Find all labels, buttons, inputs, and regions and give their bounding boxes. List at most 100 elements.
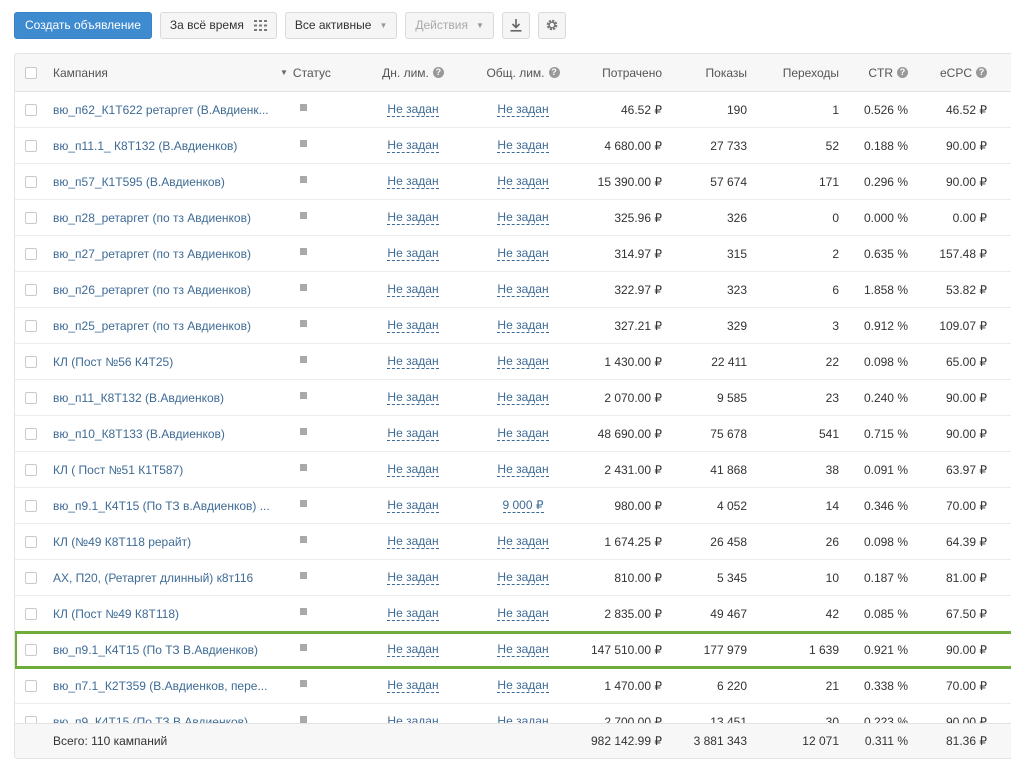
campaign-name-link[interactable]: вю_п9.1_К4Т15 (По ТЗ В.Авдиенков) (53, 632, 281, 667)
campaign-name-link[interactable]: КЛ (№49 К8Т118 рерайт) (53, 524, 281, 559)
day-limit-link[interactable]: Не задан (367, 416, 459, 451)
day-limit-link[interactable]: Не задан (367, 596, 459, 631)
header-clicks[interactable]: Переходы (755, 54, 839, 91)
day-limit-link[interactable]: Не задан (367, 272, 459, 307)
row-checkbox[interactable] (25, 92, 37, 127)
header-shows[interactable]: Показы (675, 54, 747, 91)
row-checkbox[interactable] (25, 632, 37, 667)
table-row[interactable]: вю_п28_ретаргет (по тз Авдиенков) Не зада… (15, 200, 1011, 236)
total-limit-link[interactable]: Не задан (477, 560, 569, 595)
day-limit-link[interactable]: Не задан (367, 92, 459, 127)
table-row[interactable]: вю_п27_ретаргет (по тз Авдиенков) Не зада… (15, 236, 1011, 272)
header-ctr[interactable]: CTR? (850, 54, 908, 91)
row-checkbox[interactable] (25, 524, 37, 559)
header-campaign[interactable]: Кампания (53, 54, 281, 91)
day-limit-link[interactable]: Не задан (367, 128, 459, 163)
total-limit-link[interactable]: Не задан (477, 668, 569, 703)
table-row[interactable]: КЛ (Пост №56 К4Т25) Не задан Не задан 1 430… (15, 344, 1011, 380)
table-row[interactable]: КЛ ( Пост №51 К1Т587) Не задан Не задан 2 4… (15, 452, 1011, 488)
total-limit-link[interactable]: Не задан (477, 380, 569, 415)
total-limit-link[interactable]: Не задан (477, 416, 569, 451)
day-limit-link[interactable]: Не задан (367, 236, 459, 271)
day-limit-link[interactable]: Не задан (367, 200, 459, 235)
filter-select[interactable]: Все активные ▼ (284, 11, 398, 39)
day-limit-link[interactable]: Не задан (367, 452, 459, 487)
total-limit-link[interactable]: Не задан (477, 92, 569, 127)
row-checkbox[interactable] (25, 488, 37, 523)
help-icon[interactable]: ? (548, 67, 560, 78)
row-checkbox[interactable] (25, 164, 37, 199)
header-spent[interactable]: Потрачено (575, 54, 662, 91)
day-limit-link[interactable]: Не задан (367, 380, 459, 415)
total-limit-link[interactable]: Не задан (477, 596, 569, 631)
campaign-name-link[interactable]: КЛ (Пост №56 К4Т25) (53, 344, 281, 379)
campaign-name-link[interactable]: вю_п25_ретаргет (по тз Авдиенков) (53, 308, 281, 343)
header-status[interactable]: ▼ Статус (280, 54, 340, 91)
row-checkbox[interactable] (25, 344, 37, 379)
row-checkbox[interactable] (25, 596, 37, 631)
campaign-name-link[interactable]: вю_п57_К1Т595 (В.Авдиенков) (53, 164, 281, 199)
total-limit-link[interactable]: Не задан (477, 632, 569, 667)
table-row[interactable]: вю_п62_К1Т622 ретаргет (В.Авдиенк... Не з… (15, 92, 1011, 128)
campaign-name-link[interactable]: КЛ ( Пост №51 К1Т587) (53, 452, 281, 487)
campaign-name-link[interactable]: КЛ (Пост №49 К8Т118) (53, 596, 281, 631)
row-checkbox[interactable] (25, 452, 37, 487)
campaign-name-link[interactable]: вю_п9_К4Т15 (По ТЗ В.Авдиенков) (53, 704, 281, 724)
table-row[interactable]: вю_п9_К4Т15 (По ТЗ В.Авдиенков) Не задан Н… (15, 704, 1011, 723)
table-row[interactable]: КЛ (№49 К8Т118 рерайт) Не задан Не задан 1 … (15, 524, 1011, 560)
period-button[interactable]: За всё время (159, 11, 277, 39)
table-row[interactable]: АХ, П20, (Ретаргет длинный) к8т116 Не зад… (15, 560, 1011, 596)
total-limit-link[interactable]: 9 000 ₽ (477, 488, 569, 523)
header-total-limit[interactable]: Общ. лим.? (477, 54, 569, 91)
actions-select[interactable]: Действия ▼ (405, 11, 494, 39)
campaign-name-link[interactable]: вю_п7.1_К2Т359 (В.Авдиенков, пере... (53, 668, 281, 703)
campaign-name-link[interactable]: вю_п26_ретаргет (по тз Авдиенков) (53, 272, 281, 307)
table-row[interactable]: вю_п57_К1Т595 (В.Авдиенков) Не задан Не за… (15, 164, 1011, 200)
settings-button[interactable] (537, 11, 566, 39)
row-checkbox[interactable] (25, 668, 37, 703)
total-limit-link[interactable]: Не задан (477, 128, 569, 163)
day-limit-link[interactable]: Не задан (367, 704, 459, 723)
day-limit-link[interactable]: Не задан (367, 524, 459, 559)
total-limit-link[interactable]: Не задан (477, 344, 569, 379)
header-day-limit[interactable]: Дн. лим.? (367, 54, 459, 91)
day-limit-link[interactable]: Не задан (367, 632, 459, 667)
total-limit-link[interactable]: Не задан (477, 704, 569, 723)
campaign-name-link[interactable]: вю_п9.1_К4Т15 (По ТЗ в.Авдиенков) ... (53, 488, 281, 523)
campaign-name-link[interactable]: вю_п28_ретаргет (по тз Авдиенков) (53, 200, 281, 235)
total-limit-link[interactable]: Не задан (477, 452, 569, 487)
row-checkbox[interactable] (25, 380, 37, 415)
campaign-name-link[interactable]: вю_п11_К8Т132 (В.Авдиенков) (53, 380, 281, 415)
row-checkbox[interactable] (25, 128, 37, 163)
table-row[interactable]: вю_п7.1_К2Т359 (В.Авдиенков, пере... Не з… (15, 668, 1011, 704)
help-icon[interactable]: ? (432, 67, 444, 78)
header-ecpc[interactable]: eCPC? (915, 54, 987, 91)
campaign-name-link[interactable]: вю_п27_ретаргет (по тз Авдиенков) (53, 236, 281, 271)
row-checkbox[interactable] (25, 272, 37, 307)
row-checkbox[interactable] (25, 236, 37, 271)
campaign-name-link[interactable]: АХ, П20, (Ретаргет длинный) к8т116 (53, 560, 281, 595)
table-row[interactable]: вю_п26_ретаргет (по тз Авдиенков) Не зада… (15, 272, 1011, 308)
row-checkbox[interactable] (25, 200, 37, 235)
download-button[interactable] (501, 11, 530, 39)
select-all-checkbox[interactable] (25, 54, 37, 91)
day-limit-link[interactable]: Не задан (367, 164, 459, 199)
table-row[interactable]: вю_п25_ретаргет (по тз Авдиенков) Не зада… (15, 308, 1011, 344)
table-row[interactable]: вю_п10_К8Т133 (В.Авдиенков) Не задан Не за… (15, 416, 1011, 452)
row-checkbox[interactable] (25, 560, 37, 595)
total-limit-link[interactable]: Не задан (477, 164, 569, 199)
row-checkbox[interactable] (25, 416, 37, 451)
total-limit-link[interactable]: Не задан (477, 236, 569, 271)
campaign-name-link[interactable]: вю_п10_К8Т133 (В.Авдиенков) (53, 416, 281, 451)
table-row[interactable]: вю_п11.1_ К8Т132 (В.Авдиенков) Не задан Не… (15, 128, 1011, 164)
day-limit-link[interactable]: Не задан (367, 560, 459, 595)
total-limit-link[interactable]: Не задан (477, 308, 569, 343)
day-limit-link[interactable]: Не задан (367, 668, 459, 703)
help-icon[interactable]: ? (976, 67, 987, 78)
total-limit-link[interactable]: Не задан (477, 200, 569, 235)
table-row[interactable]: вю_п11_К8Т132 (В.Авдиенков) Не задан Не за… (15, 380, 1011, 416)
day-limit-link[interactable]: Не задан (367, 488, 459, 523)
day-limit-link[interactable]: Не задан (367, 308, 459, 343)
campaign-name-link[interactable]: вю_п11.1_ К8Т132 (В.Авдиенков) (53, 128, 281, 163)
campaign-name-link[interactable]: вю_п62_К1Т622 ретаргет (В.Авдиенк... (53, 92, 281, 127)
